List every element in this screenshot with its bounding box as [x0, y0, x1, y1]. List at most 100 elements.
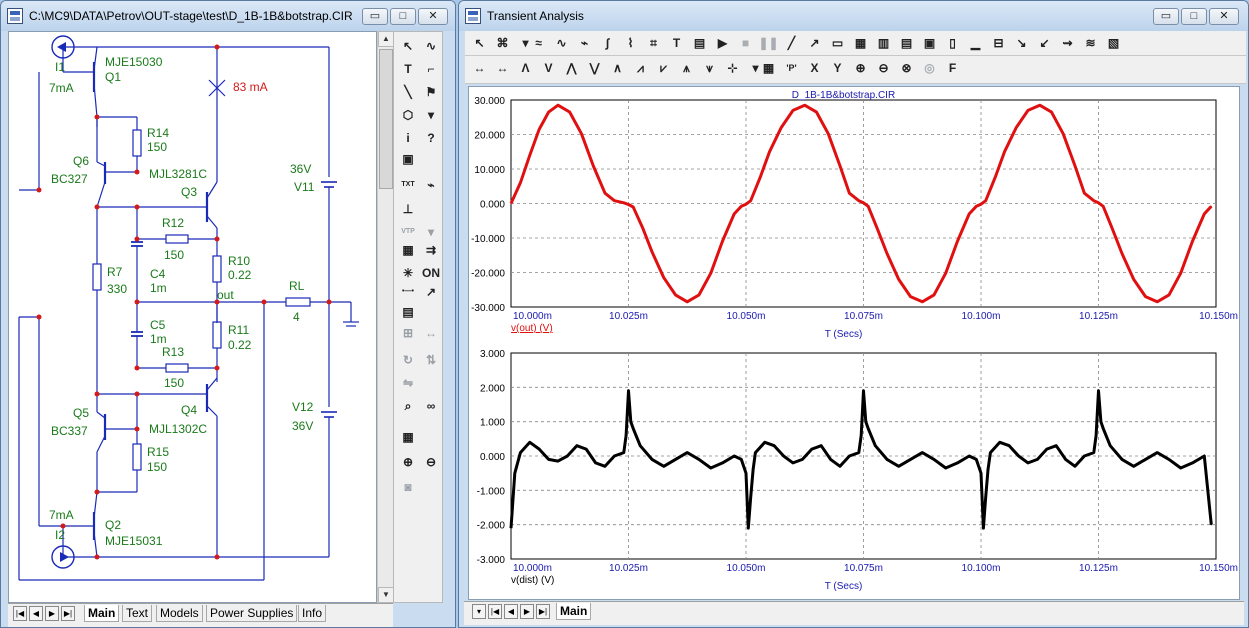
analysis-minimize-button[interactable]: ▭: [1153, 8, 1179, 25]
maximize-button[interactable]: □: [390, 8, 416, 25]
tab-text[interactable]: Text: [122, 605, 153, 622]
binoculars-icon[interactable]: ∞: [421, 396, 441, 416]
wave-icon[interactable]: ∿: [421, 36, 441, 56]
waveform-plot-area[interactable]: 30.000 20.000 10.000 0.000 -10.000 -20.000 -30…: [468, 86, 1240, 600]
chart-options-icon[interactable]: ▧: [1103, 32, 1124, 54]
analysis-next-tab-icon[interactable]: ▶: [520, 604, 534, 619]
bar-grid-icon[interactable]: ▥: [873, 32, 894, 54]
low-icon[interactable]: ⋁: [584, 57, 605, 79]
multi-plot-icon[interactable]: ⌘: [492, 32, 513, 54]
tab-models[interactable]: Models: [156, 605, 203, 622]
pin-icon[interactable]: ⊥: [398, 199, 418, 219]
target-icon[interactable]: ◎: [919, 57, 940, 79]
flip-icon[interactable]: ⇅: [421, 350, 441, 370]
wave-label-icon[interactable]: ⌇: [620, 32, 641, 54]
cursor-right-icon[interactable]: ↔: [492, 57, 513, 79]
swap-icon[interactable]: ↔: [421, 323, 441, 343]
on-switch-icon[interactable]: ON: [421, 263, 441, 283]
zoom-out-icon[interactable]: ⊖: [421, 452, 441, 472]
column-icon[interactable]: ▯: [942, 32, 963, 54]
prev-tab-icon[interactable]: ◀: [29, 606, 43, 621]
node-icon[interactable]: •—•: [398, 282, 418, 302]
dropdown-arrow-2-icon[interactable]: ▾: [421, 222, 441, 242]
text-icon[interactable]: T: [666, 32, 687, 54]
run-icon[interactable]: ▶: [712, 32, 733, 54]
global-high-icon[interactable]: ⩘: [630, 57, 651, 79]
notes-icon[interactable]: ▦: [398, 427, 418, 447]
table-icon[interactable]: ▤: [896, 32, 917, 54]
grid-toggle-icon[interactable]: ▦: [398, 240, 418, 260]
wave-tag-icon[interactable]: ∫: [597, 32, 618, 54]
global-low-icon[interactable]: ⩗: [653, 57, 674, 79]
split-icon[interactable]: ⊟: [988, 32, 1009, 54]
wave-mark-icon[interactable]: ⌗: [643, 32, 664, 54]
analysis-prev-tab-icon[interactable]: ◀: [504, 604, 518, 619]
x-label-icon[interactable]: X: [804, 57, 825, 79]
wave-data-icon[interactable]: ⌁: [574, 32, 595, 54]
probe-icon[interactable]: ⌁: [421, 175, 441, 195]
schematic-titlebar[interactable]: C:\MC9\DATA\Petrov\OUT-stage\test\D_1B-1…: [1, 1, 455, 31]
zoom-in-icon[interactable]: ⊕: [398, 452, 418, 472]
scale-x-icon[interactable]: ↘: [1011, 32, 1032, 54]
light-icon[interactable]: ✳: [398, 263, 418, 283]
zoom-in-icon[interactable]: ⊕: [850, 57, 871, 79]
components-icon[interactable]: ⬡: [398, 105, 418, 125]
next-tab-icon[interactable]: ▶: [45, 606, 59, 621]
select-group-icon[interactable]: ⊞: [398, 323, 418, 343]
wire-corner-icon[interactable]: ⌐: [421, 59, 441, 79]
scale-wave-icon[interactable]: ≈: [528, 32, 549, 54]
wire-arrow-icon[interactable]: ⇉: [421, 240, 441, 260]
high-icon[interactable]: ⋀: [561, 57, 582, 79]
rotate-icon[interactable]: ↻: [398, 350, 418, 370]
slope-icon[interactable]: ≋: [1080, 32, 1101, 54]
select-arrow-icon[interactable]: ↖: [398, 36, 418, 56]
arrow-line-icon[interactable]: ↗: [804, 32, 825, 54]
find-icon[interactable]: ⌕: [398, 396, 418, 416]
schematic-vscrollbar[interactable]: ▲ ▼: [377, 31, 394, 603]
p-key-icon[interactable]: 'P': [781, 57, 802, 79]
mirror-icon[interactable]: ⇋: [398, 373, 418, 393]
scroll-down-arrow-icon[interactable]: ▼: [378, 587, 394, 603]
select-arrow-icon[interactable]: ↖: [469, 32, 490, 54]
stop-icon[interactable]: ■: [735, 32, 756, 54]
analysis-close-button[interactable]: ✕: [1209, 8, 1239, 25]
font-icon[interactable]: F: [942, 57, 963, 79]
analysis-tab-main[interactable]: Main: [556, 603, 592, 620]
peak-icon[interactable]: ⇝: [1057, 32, 1078, 54]
cursor-mode-icon[interactable]: ↗: [421, 282, 441, 302]
diagonal-wire-icon[interactable]: ╲: [398, 82, 418, 102]
run-check-icon[interactable]: ▣: [398, 149, 418, 169]
bottom-icon[interactable]: ⩛: [699, 57, 720, 79]
analysis-maximize-button[interactable]: □: [1181, 8, 1207, 25]
properties-icon[interactable]: ▤: [398, 302, 418, 322]
analysis-first-tab-icon[interactable]: |◀: [488, 604, 502, 619]
box-icon[interactable]: ▭: [827, 32, 848, 54]
text-tool-icon[interactable]: T: [398, 59, 418, 79]
text-label-icon[interactable]: TXT: [398, 175, 418, 195]
pause-icon[interactable]: ❚❚: [758, 32, 779, 54]
zoom-fit-icon[interactable]: ⊗: [896, 57, 917, 79]
cursor-left-icon[interactable]: ↔: [469, 57, 490, 79]
tab-main[interactable]: Main: [84, 605, 120, 622]
box-grid-icon[interactable]: ▣: [919, 32, 940, 54]
minimize-button[interactable]: ▭: [362, 8, 388, 25]
top-icon[interactable]: ⩚: [676, 57, 697, 79]
vtp-icon[interactable]: VTP: [398, 222, 418, 242]
help-cursor-icon[interactable]: ?: [421, 128, 441, 148]
schematic-canvas[interactable]: I1 7mA MJE15030 Q1 R14 150 Q6 BC327 MJL3…: [8, 31, 377, 603]
scroll-up-arrow-icon[interactable]: ▲: [378, 31, 394, 47]
properties-icon[interactable]: ▤: [689, 32, 710, 54]
analysis-dropdown-icon[interactable]: ▾: [472, 604, 486, 619]
dropdown-arrow-icon[interactable]: ▾: [421, 105, 441, 125]
info-icon[interactable]: i: [398, 128, 418, 148]
analysis-last-tab-icon[interactable]: ▶|: [536, 604, 550, 619]
valley-find-icon[interactable]: V: [538, 57, 559, 79]
grid-icon[interactable]: ▦: [850, 32, 871, 54]
wave-select-icon[interactable]: ∿: [551, 32, 572, 54]
close-button[interactable]: ✕: [418, 8, 448, 25]
tab-power-supplies[interactable]: Power Supplies: [206, 605, 298, 622]
camera-icon[interactable]: ◙: [398, 477, 418, 497]
numeric-icon[interactable]: ▦: [758, 57, 779, 79]
flag-icon[interactable]: ⚑: [421, 82, 441, 102]
y-label-icon[interactable]: Y: [827, 57, 848, 79]
